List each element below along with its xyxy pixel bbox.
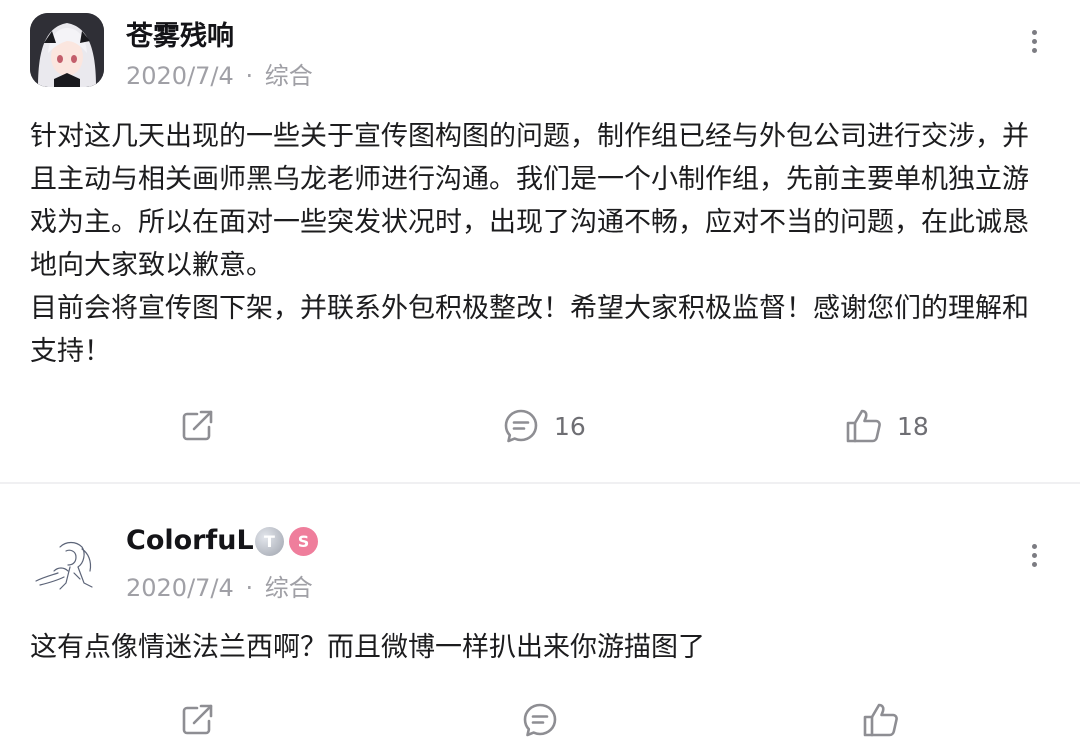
like-button[interactable] [862, 700, 900, 740]
post-content: 这有点像情迷法兰西啊？而且微博一样扒出来你游描图了 [30, 626, 1055, 669]
post-date: 2020/7/4 [126, 574, 234, 602]
author-name[interactable]: ColorfuL [126, 525, 254, 556]
comment-icon [523, 703, 557, 737]
level-t-badge-icon: T [255, 527, 284, 556]
share-button[interactable] [178, 700, 216, 740]
comment-button[interactable] [521, 700, 559, 740]
post-meta: 2020/7/4 · 综合 [126, 568, 313, 603]
post-category[interactable]: 综合 [265, 574, 313, 602]
meta-separator: · [245, 574, 254, 602]
thumbs-up-icon [863, 703, 898, 737]
pink-s-badge-icon: S [289, 527, 318, 556]
line-sketch-avatar-icon [35, 541, 93, 590]
post-card: ColorfuL T S 2020/7/4 · 综合 这有点像情迷法兰西啊？而且… [0, 0, 1080, 738]
share-icon [182, 704, 213, 735]
avatar[interactable] [30, 527, 104, 601]
content-paragraph: 这有点像情迷法兰西啊？而且微博一样扒出来你游描图了 [30, 632, 705, 663]
more-options-icon[interactable] [1024, 544, 1044, 574]
